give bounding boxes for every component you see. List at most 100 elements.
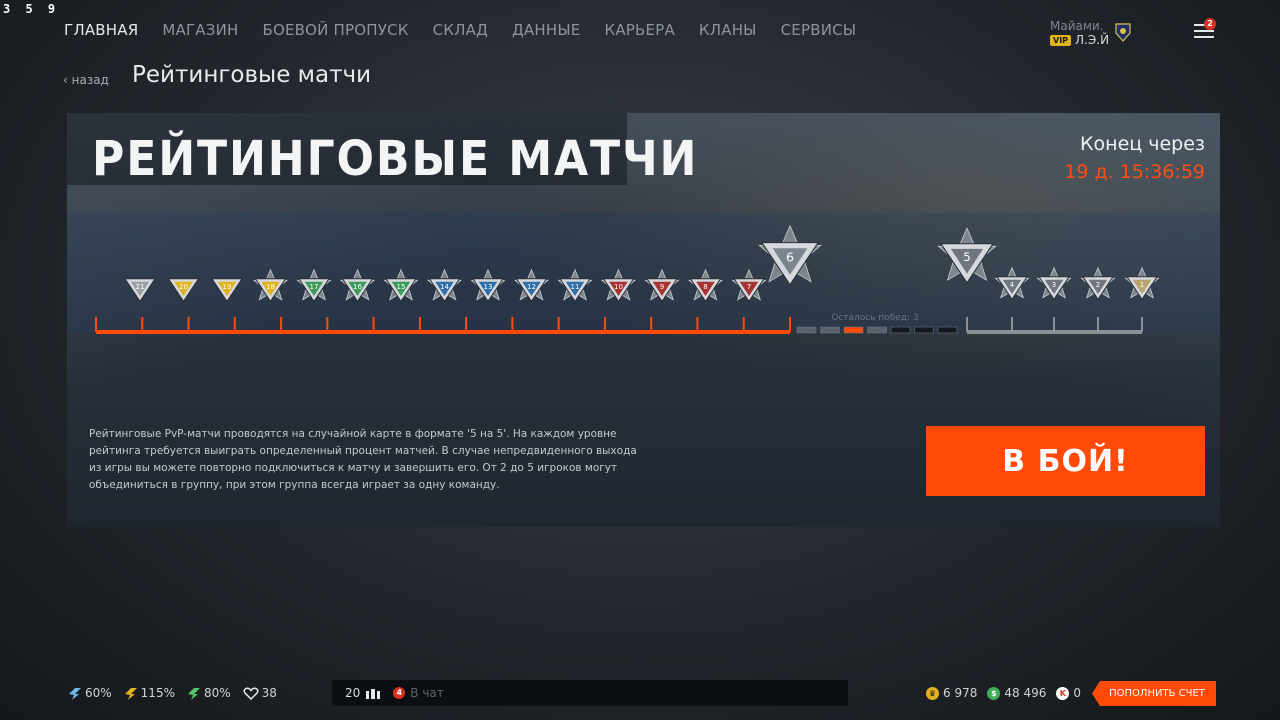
crowns-value: 6 978: [943, 686, 978, 700]
back-button[interactable]: ‹ назад: [63, 73, 109, 87]
rank-badge-15: 15: [383, 268, 419, 303]
user-info[interactable]: Майами. VIP Л.Э.Й: [1050, 19, 1109, 47]
menu-notification-badge: 2: [1204, 18, 1216, 30]
future-rank-badge-2: 2: [1080, 266, 1116, 301]
future-rank-badge-4: 4: [994, 266, 1030, 301]
rank-badge-11: 11: [557, 268, 593, 303]
rank-badge-12: 12: [513, 268, 550, 303]
win-progress-pip: [820, 326, 840, 334]
win-progress-pip: [914, 326, 934, 334]
boost-likes[interactable]: 38: [243, 686, 277, 700]
rank-badge-7-label: 7: [747, 283, 751, 291]
boosts-bar: 60% 115% 80% 38: [68, 686, 277, 700]
wallet: ♛ 6 978 $ 48 496 K 0: [926, 686, 1081, 700]
rank-badge-15-label: 15: [397, 283, 406, 291]
rank-badge-20: 20: [167, 278, 200, 303]
rank-badge-8-label: 8: [703, 283, 707, 291]
vip-boost-icon: [187, 687, 200, 700]
future-rank-badge-5-label: 5: [963, 250, 970, 264]
nav-item-battle-pass[interactable]: БОЕВОЙ ПРОПУСК: [262, 21, 408, 39]
win-progress-pip: [890, 326, 911, 334]
chat-notification-badge: 4: [393, 687, 406, 699]
rank-badge-17: 17: [296, 268, 332, 303]
season-end-timer: 19 д. 15:36:59: [1064, 161, 1205, 183]
warbucks-icon: $: [987, 686, 1001, 700]
rank-badge-8: 8: [687, 268, 724, 303]
future-rank-badge-4-label: 4: [1010, 281, 1015, 289]
season-end-label: Конец через: [1080, 133, 1205, 155]
server-name: Майами.: [1050, 19, 1104, 33]
nav-item-services[interactable]: СЕРВИСЫ: [781, 21, 857, 39]
crown-icon: ♛: [926, 686, 939, 700]
rank-badge-17-label: 17: [310, 283, 319, 291]
boost-vip-value: 80%: [203, 686, 231, 700]
heart-icon: [243, 687, 259, 700]
current-rank-badge-label: 6: [786, 249, 794, 264]
win-progress-pip: [796, 326, 817, 334]
wins-left-label: Осталось побед: 3: [831, 313, 918, 323]
top-up-button[interactable]: ПОПОЛНИТЬ СЧЕТ: [1092, 681, 1216, 706]
player-nickname: Л.Э.Й: [1075, 33, 1110, 47]
boost-vip[interactable]: 80%: [187, 686, 231, 700]
current-rank-badge: 6: [758, 224, 822, 286]
rank-badge-14: 14: [426, 268, 463, 303]
rank-badge-20-label: 20: [179, 283, 188, 291]
rank-badge-19: 19: [211, 278, 243, 303]
rank-badge-21: 21: [124, 278, 156, 303]
boost-exp-value: 60%: [85, 686, 112, 700]
win-progress-pip: [843, 326, 864, 334]
boost-exp[interactable]: 60%: [68, 686, 112, 700]
friends-icon[interactable]: [365, 687, 381, 700]
chat-bar[interactable]: 20 4 В чат: [332, 680, 848, 706]
mode-description: Рейтинговые PvP-матчи проводятся на случ…: [89, 428, 637, 491]
money-boost-icon: [124, 687, 137, 700]
back-label: назад: [71, 73, 109, 87]
fight-button[interactable]: В БОЙ!: [926, 426, 1205, 496]
future-rank-badge-2-label: 2: [1096, 281, 1100, 289]
nav-item-clans[interactable]: КЛАНЫ: [699, 21, 757, 39]
rank-badge-13: 13: [470, 268, 506, 303]
nav-item-shop[interactable]: МАГАЗИН: [162, 21, 238, 39]
banner-title: РЕЙТИНГОВЫЕ МАТЧИ: [92, 131, 699, 187]
fps-counter: 3 5 9: [3, 2, 60, 16]
warbucks-value: 48 496: [1004, 686, 1047, 700]
rank-badge-9-label: 9: [660, 283, 664, 291]
rank-badge-7: 7: [731, 268, 767, 303]
vip-badge: VIP: [1050, 35, 1072, 46]
nav-item-data[interactable]: ДАННЫЕ: [512, 21, 580, 39]
rank-badge-13-label: 13: [484, 283, 493, 291]
nav-item-inventory[interactable]: СКЛАД: [433, 21, 488, 39]
rank-badge-9: 9: [644, 268, 680, 303]
rank-badge-18-label: 18: [266, 283, 275, 291]
boost-likes-value: 38: [261, 686, 277, 700]
online-count: 20: [345, 686, 361, 700]
future-rank-badge-5: 5: [937, 227, 997, 284]
rank-badge-14-label: 14: [440, 283, 449, 291]
future-rank-badge-3: 3: [1036, 266, 1072, 301]
crowns-balance: ♛ 6 978: [926, 686, 977, 700]
nav-item-main[interactable]: ГЛАВНАЯ: [64, 21, 138, 39]
chat-input-placeholder[interactable]: В чат: [410, 686, 443, 700]
rank-badge-10: 10: [600, 268, 637, 303]
warbucks-balance: $ 48 496: [987, 686, 1046, 700]
rank-badge-21-label: 21: [136, 283, 145, 291]
rank-badge-10-label: 10: [614, 283, 623, 291]
nav-item-career[interactable]: КАРЬЕРА: [604, 21, 674, 39]
rank-badge-16: 16: [339, 268, 376, 303]
win-progress-pip: [937, 326, 958, 334]
clan-emblem-icon[interactable]: [1114, 22, 1132, 42]
future-rank-badge-1-label: 1: [1140, 281, 1144, 289]
main-nav: ГЛАВНАЯ МАГАЗИН БОЕВОЙ ПРОПУСК СКЛАД ДАН…: [64, 21, 880, 39]
boost-money[interactable]: 115%: [124, 686, 175, 700]
rank-badge-11-label: 11: [571, 283, 580, 291]
win-progress-pip: [867, 326, 887, 334]
rank-badge-19-label: 19: [223, 283, 232, 291]
rank-badge-12-label: 12: [527, 283, 536, 291]
rank-badge-16-label: 16: [353, 283, 362, 291]
page-title: Рейтинговые матчи: [132, 62, 372, 88]
kredits-balance: K 0: [1056, 686, 1081, 700]
boost-money-value: 115%: [140, 686, 175, 700]
kredits-icon: K: [1056, 686, 1070, 700]
rank-badge-18: 18: [252, 268, 289, 303]
future-rank-badge-1: 1: [1124, 266, 1160, 301]
